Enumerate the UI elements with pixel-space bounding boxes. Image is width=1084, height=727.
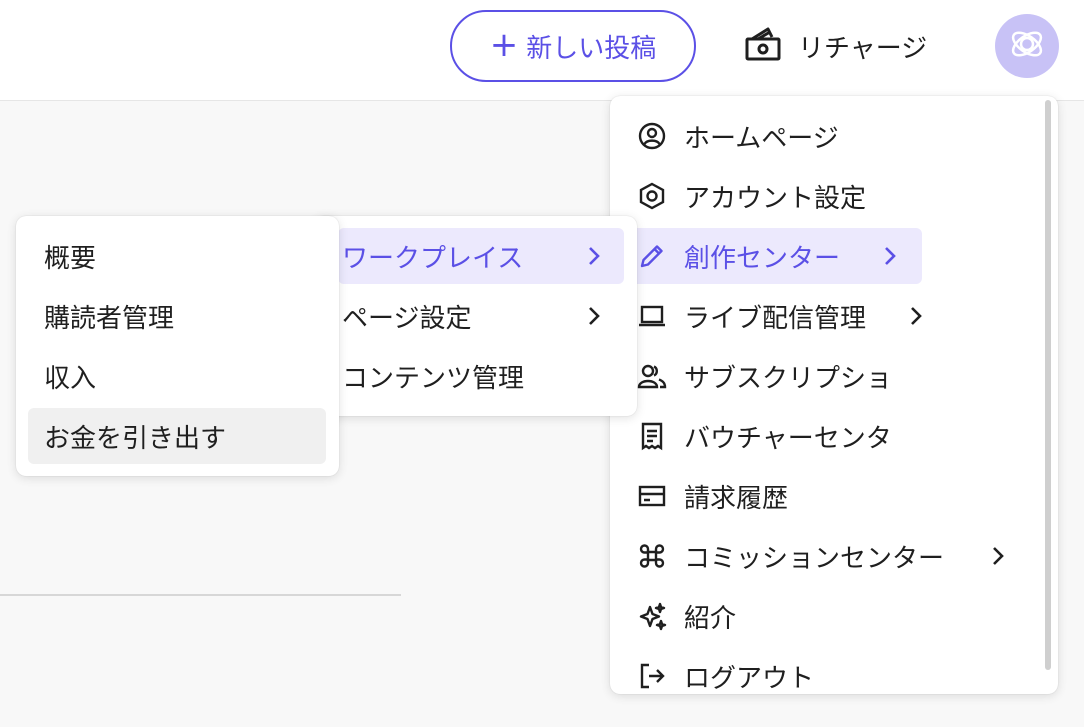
menu-item-label: 請求履歴 — [684, 483, 789, 514]
workplace-item-income[interactable]: 収入 — [44, 348, 96, 404]
new-post-button[interactable]: + 新しい投稿 — [450, 10, 696, 82]
submenu-item-label: ページ設定 — [342, 303, 472, 334]
menu-item-label: サブスクリプショ — [684, 363, 893, 394]
laptop-icon — [636, 300, 668, 332]
chevron-right-icon — [586, 306, 602, 326]
avatar[interactable] — [995, 14, 1059, 78]
wallet-cash-icon — [744, 25, 782, 68]
workplace-item-overview[interactable]: 概要 — [44, 228, 96, 284]
user-circle-icon — [636, 120, 668, 152]
workplace-item-label: 概要 — [44, 243, 97, 274]
submenu-item-page-settings[interactable]: ページ設定 — [342, 288, 624, 344]
menu-item-creator-center[interactable]: 創作センター — [626, 228, 922, 284]
menu-item-label: ログアウト — [684, 663, 815, 694]
creator-center-submenu: ワークプレイス ページ設定 コンテンツ管理 — [314, 216, 637, 416]
chevron-right-icon — [882, 246, 898, 266]
workplace-item-withdraw[interactable]: お金を引き出す — [28, 408, 326, 464]
account-menu-scrollbar[interactable] — [1045, 100, 1051, 670]
submenu-item-label: コンテンツ管理 — [342, 363, 525, 394]
menu-item-subscription[interactable]: サブスクリプショ — [636, 348, 892, 404]
sparkles-icon — [636, 600, 668, 632]
menu-item-label: バウチャーセンタ — [684, 423, 892, 454]
menu-item-referral[interactable]: 紹介 — [636, 588, 736, 644]
hexagon-icon — [636, 180, 668, 212]
menu-item-homepage[interactable]: ホームページ — [636, 108, 839, 164]
recharge-label: リチャージ — [798, 33, 928, 64]
submenu-item-label: ワークプレイス — [342, 243, 524, 274]
menu-item-label: 創作センター — [684, 243, 841, 274]
menu-item-voucher-center[interactable]: バウチャーセンタ — [636, 408, 892, 464]
recharge-button[interactable]: リチャージ — [744, 22, 927, 70]
credit-card-icon — [636, 480, 668, 512]
content-divider — [0, 594, 401, 596]
users-icon — [636, 360, 668, 392]
receipt-icon — [636, 420, 668, 452]
new-post-label: 新しい投稿 — [526, 33, 657, 64]
chevron-right-icon — [908, 306, 924, 326]
submenu-item-workplace[interactable]: ワークプレイス — [338, 228, 624, 284]
pencil-icon — [636, 240, 668, 272]
logout-icon — [636, 660, 668, 692]
plus-icon: + — [489, 25, 519, 65]
submenu-item-content-management[interactable]: コンテンツ管理 — [342, 348, 524, 404]
account-menu: ホームページ アカウント設定 創作センター ライブ配信管理 サブスクリプショ バ… — [610, 96, 1058, 694]
menu-item-label: アカウント設定 — [684, 183, 867, 214]
workplace-item-label: 購読者管理 — [44, 303, 175, 334]
top-bar: + 新しい投稿 リチャージ — [0, 0, 1084, 101]
menu-item-billing-history[interactable]: 請求履歴 — [636, 468, 788, 524]
menu-item-label: 紹介 — [684, 603, 737, 634]
menu-item-commission-center[interactable]: コミッションセンター — [636, 528, 1006, 584]
menu-item-label: ライブ配信管理 — [684, 303, 867, 334]
workplace-item-label: お金を引き出す — [44, 423, 227, 454]
workplace-submenu: 概要 購読者管理 収入 お金を引き出す — [16, 216, 339, 476]
menu-item-label: ホームページ — [684, 123, 839, 154]
chevron-right-icon — [990, 546, 1006, 566]
chevron-right-icon — [586, 246, 602, 266]
menu-item-logout[interactable]: ログアウト — [636, 648, 814, 704]
workplace-item-label: 収入 — [44, 363, 97, 394]
atom-logo-icon — [1007, 24, 1047, 68]
command-icon — [636, 540, 668, 572]
menu-item-label: コミッションセンター — [684, 543, 945, 574]
workplace-item-subscribers[interactable]: 購読者管理 — [44, 288, 174, 344]
menu-item-account-settings[interactable]: アカウント設定 — [636, 168, 866, 224]
menu-item-live-management[interactable]: ライブ配信管理 — [636, 288, 926, 344]
